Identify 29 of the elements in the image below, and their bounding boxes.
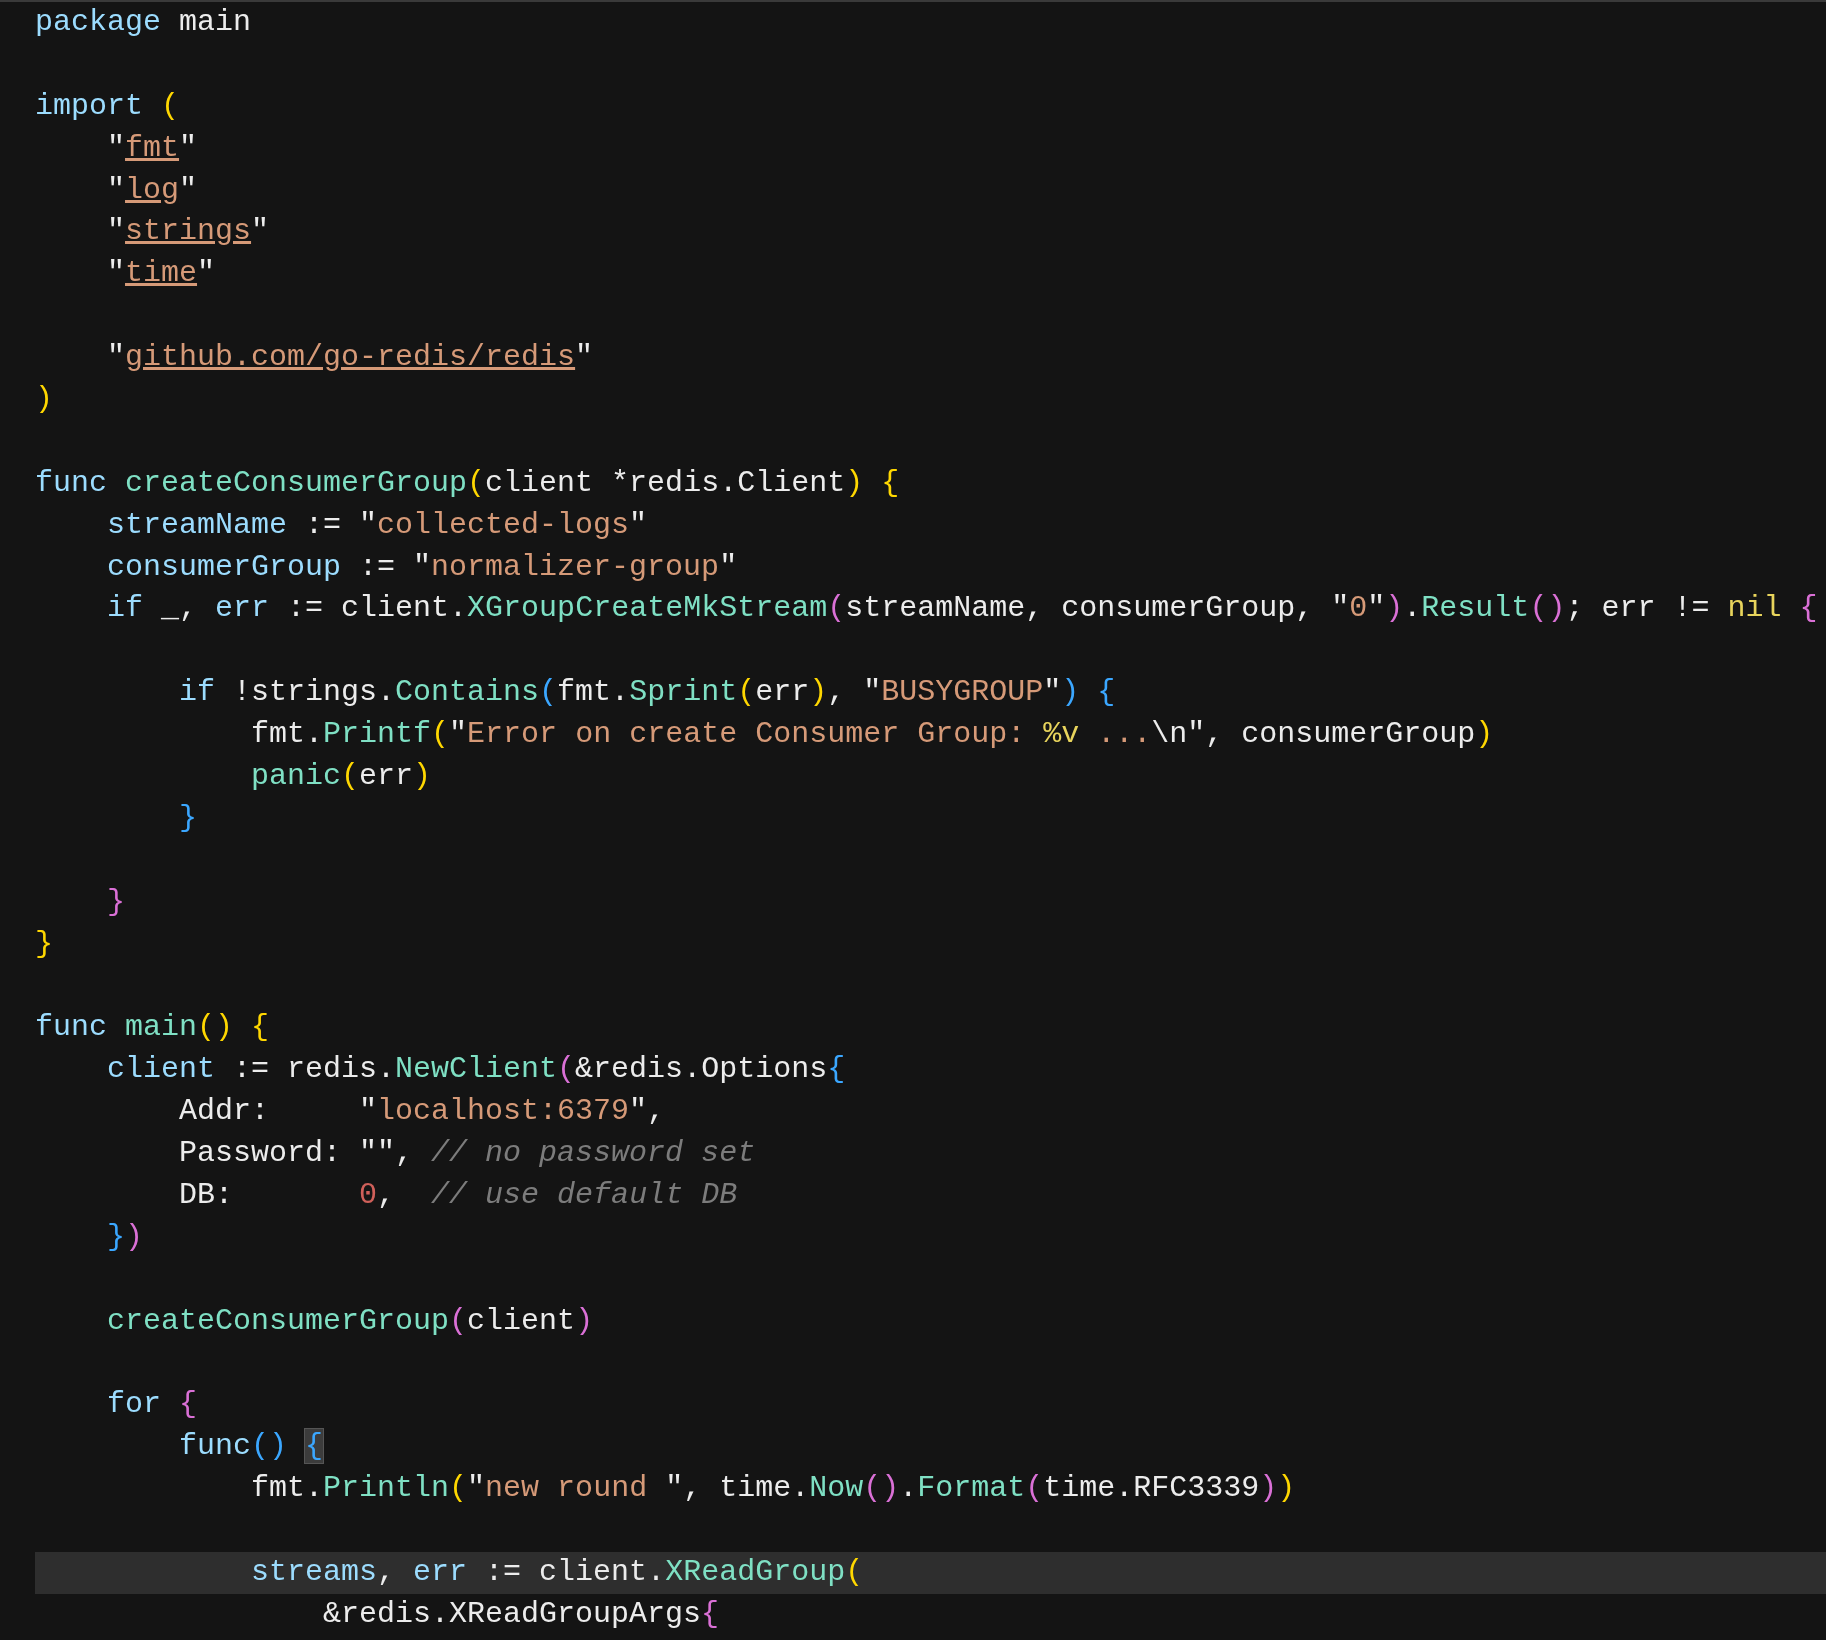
code-line: import (: [35, 87, 181, 125]
code-line: func() {: [178, 1428, 325, 1466]
code-line: fmt.Printf("Error on create Consumer Group: %v ...\n", consumerGroup): [250, 716, 1495, 754]
code-line: consumerGroup := "normalizer-group": [106, 548, 739, 586]
code-line: }: [106, 883, 126, 921]
code-line: if !strings.Contains(fmt.Sprint(err), "BUSYGROUP") {: [178, 674, 1117, 712]
code-line: panic(err): [250, 758, 433, 796]
code-line: Addr: "localhost:6379",: [178, 1093, 667, 1131]
code-line: package main: [35, 4, 253, 41]
code-line: for {: [106, 1386, 199, 1424]
code-line: "strings": [106, 213, 271, 251]
code-line: DB: 0, // use default DB: [178, 1176, 739, 1214]
code-line: streamName := "collected-logs": [106, 506, 649, 544]
code-line: if _, err := client.XGroupCreateMkStream(streamName, consumerGroup, "0").Result(); err != nil {: [106, 590, 1819, 628]
code-line: }: [178, 799, 199, 837]
code-line: }): [106, 1218, 145, 1256]
code-line: "fmt": [106, 129, 199, 167]
code-line: Password: "", // no password set: [178, 1135, 757, 1173]
code-line: "log": [106, 171, 199, 209]
code-line: }: [35, 925, 54, 963]
code-line: createConsumerGroup(client): [106, 1302, 595, 1340]
code-line: func main() {: [35, 1009, 271, 1047]
code-line: ): [35, 381, 54, 418]
code-line: func createConsumerGroup(client *redis.Client) {: [35, 464, 901, 502]
code-line: "github.com/go-redis/redis": [106, 339, 595, 377]
code-line: "time": [106, 255, 217, 293]
code-line: fmt.Println("new round ", time.Now().Format(time.RFC3339)): [250, 1470, 1297, 1508]
code-line: client := redis.NewClient(&redis.Options{: [106, 1051, 847, 1089]
code-line: &redis.XReadGroupArgs{: [322, 1595, 721, 1633]
